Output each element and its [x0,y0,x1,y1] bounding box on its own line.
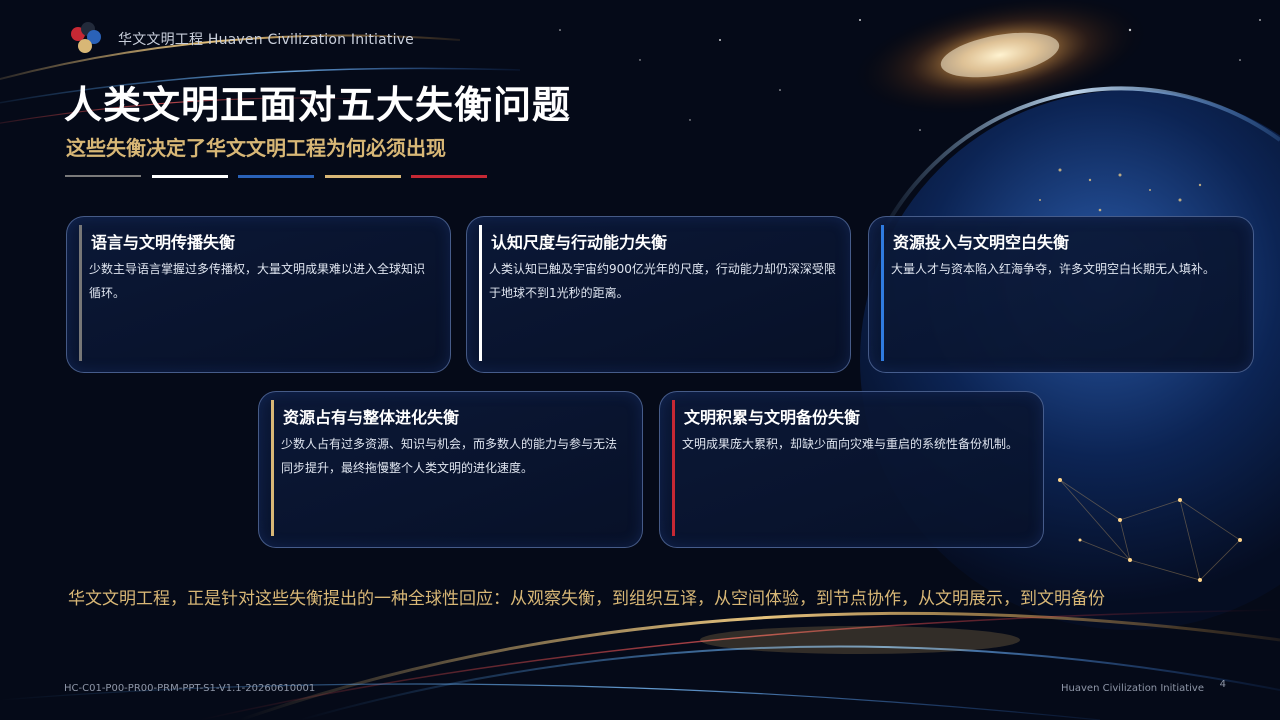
imbalance-card-cognition: 认知尺度与行动能力失衡 人类认知已触及宇宙约900亿光年的尺度，行动能力却仍深深… [466,216,851,373]
card-body: 人类认知已触及宇宙约900亿光年的尺度，行动能力却仍深深受限于地球不到1光秒的距… [489,262,836,300]
card-title: 资源投入与文明空白失衡 [893,233,1070,252]
divider-red [411,175,487,178]
logo-icon [71,22,101,53]
card-body: 文明成果庞大累积，却缺少面向灾难与重启的系统性备份机制。 [682,437,1019,451]
page-subtitle: 这些失衡决定了华文文明工程为何必须出现 [66,136,446,160]
page-number: 4 [1219,679,1226,690]
document-code: HC-C01-P00-PR00-PRM-PPT-S1-V1.1-20260610… [64,683,316,694]
card-accent-bar [672,400,675,536]
card-title: 文明积累与文明备份失衡 [684,408,861,427]
card-body: 少数主导语言掌握过多传播权，大量文明成果难以进入全球知识循环。 [89,262,426,300]
divider-gray [65,175,141,177]
card-title: 资源占有与整体进化失衡 [283,408,460,427]
card-title: 语言与文明传播失衡 [91,233,236,252]
imbalance-card-language: 语言与文明传播失衡 少数主导语言掌握过多传播权，大量文明成果难以进入全球知识循环… [66,216,451,373]
card-title: 认知尺度与行动能力失衡 [491,233,668,252]
card-accent-bar [271,400,274,536]
card-accent-bar [79,225,82,361]
footer-brand: Huaven Civilization Initiative [1061,683,1204,694]
imbalance-card-resource-investment: 资源投入与文明空白失衡 大量人才与资本陷入红海争夺，许多文明空白长期无人填补。 [868,216,1254,373]
card-body: 大量人才与资本陷入红海争夺，许多文明空白长期无人填补。 [891,262,1216,276]
brand-name: 华文文明工程 Huaven Civilization Initiative [118,32,414,48]
divider-gold [325,175,401,178]
imbalance-card-civilization-backup: 文明积累与文明备份失衡 文明成果庞大累积，却缺少面向灾难与重启的系统性备份机制。 [659,391,1044,548]
divider-white [152,175,228,178]
conclusion-text: 华文文明工程，正是针对这些失衡提出的一种全球性回应：从观察失衡，到组织互译，从空… [68,589,1105,609]
page-title: 人类文明正面对五大失衡问题 [64,83,572,127]
divider-blue [238,175,314,178]
card-body: 少数人占有过多资源、知识与机会，而多数人的能力与参与无法同步提升，最终拖慢整个人… [281,437,618,475]
imbalance-card-resource-ownership: 资源占有与整体进化失衡 少数人占有过多资源、知识与机会，而多数人的能力与参与无法… [258,391,643,548]
slide: 华文文明工程 Huaven Civilization Initiative 人类… [0,0,1280,720]
card-accent-bar [479,225,482,361]
card-accent-bar [881,225,884,361]
